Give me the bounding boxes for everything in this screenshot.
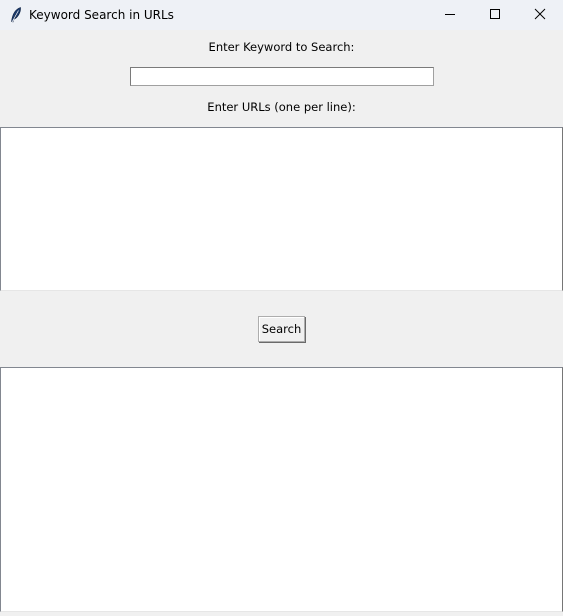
minimize-icon <box>444 8 456 23</box>
feather-icon <box>10 7 22 23</box>
urls-textarea[interactable] <box>0 127 563 291</box>
maximize-icon <box>489 8 501 23</box>
minimize-button[interactable] <box>427 0 473 30</box>
search-button[interactable]: Search <box>258 316 305 342</box>
keyword-input[interactable] <box>130 67 434 86</box>
app-window: Keyword Search in URLs Enter Keyword to … <box>0 0 563 616</box>
close-icon <box>534 8 546 23</box>
window-title: Keyword Search in URLs <box>29 8 174 22</box>
urls-label: Enter URLs (one per line): <box>207 100 356 114</box>
close-button[interactable] <box>517 0 563 30</box>
results-textarea[interactable] <box>0 367 563 612</box>
title-bar[interactable]: Keyword Search in URLs <box>0 0 563 30</box>
keyword-label: Enter Keyword to Search: <box>208 40 355 54</box>
maximize-button[interactable] <box>472 0 518 30</box>
